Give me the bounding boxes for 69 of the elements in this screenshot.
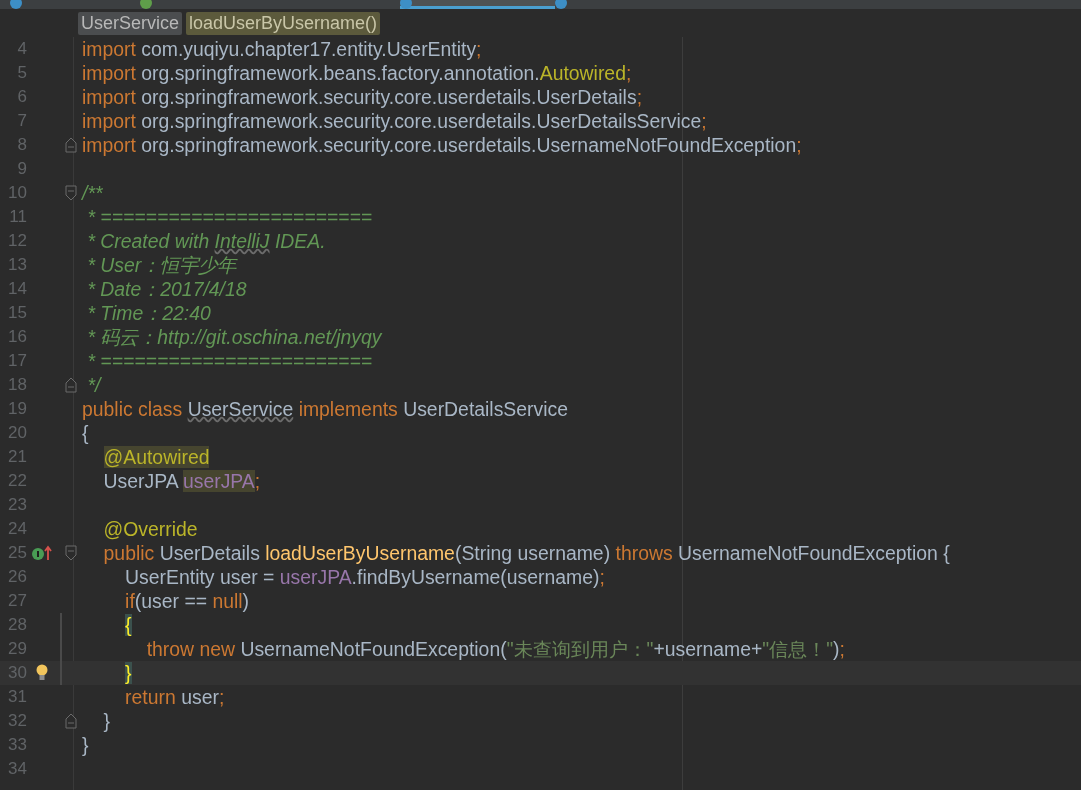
code-line: @Override: [102, 517, 198, 541]
line-number: 4: [16, 39, 27, 59]
code-line: public UserDetails loadUserByUsername(String username) throws UsernameNotFoundException {: [102, 541, 950, 565]
breadcrumb[interactable]: loadUserByUsername(): [186, 11, 381, 35]
line-number: 14: [7, 279, 27, 299]
code-line: /**: [82, 181, 103, 205]
code-line: */: [86, 373, 101, 397]
line-number: 17: [7, 351, 27, 371]
fold-icon[interactable]: [65, 185, 77, 201]
fold-icon[interactable]: [65, 137, 77, 153]
code-line: public class UserService implements UserDetailsService: [82, 397, 569, 421]
line-number: 31: [7, 687, 27, 707]
code-line: * User：恒宇少年: [86, 252, 237, 278]
code-line: return user;: [124, 685, 225, 709]
code-line: import org.springframework.security.core.userdetails.UserDetailsService;: [82, 109, 707, 133]
code-line: UserEntity user = userJPA.findByUsername(username);: [124, 565, 605, 589]
line-number: 33: [7, 735, 27, 755]
implements-method-icon[interactable]: [31, 545, 53, 561]
line-number: 22: [7, 471, 27, 491]
fold-icon[interactable]: [65, 713, 77, 729]
code-line: import com.yuqiyu.chapter17.entity.UserEntity;: [82, 37, 482, 61]
line-number: 5: [16, 63, 27, 83]
line-number: 29: [7, 639, 27, 659]
line-number: 24: [7, 519, 27, 539]
line-number: 21: [7, 447, 27, 467]
code-line: import org.springframework.beans.factory.annotation.Autowired;: [82, 61, 632, 85]
code-line: if(user == null): [124, 589, 250, 613]
line-number: 10: [7, 183, 27, 203]
code-line: * ========================: [86, 205, 373, 229]
line-number: 12: [7, 231, 27, 251]
code-line: * ========================: [86, 349, 373, 373]
breadcrumb[interactable]: UserService: [78, 11, 183, 35]
line-number: 16: [7, 327, 27, 347]
line-number: 18: [7, 375, 27, 395]
line-number: 9: [16, 159, 27, 179]
line-number: 11: [8, 207, 27, 227]
line-number: 23: [7, 495, 27, 515]
file-type-icon: [140, 0, 152, 9]
line-number: 8: [16, 135, 27, 155]
fold-icon[interactable]: [65, 545, 77, 561]
code-line: UserJPA userJPA;: [102, 469, 261, 493]
line-number: 20: [7, 423, 27, 443]
code-line: import org.springframework.security.core.userdetails.UsernameNotFoundException;: [82, 133, 802, 157]
file-type-icon: [555, 0, 567, 9]
fold-icon[interactable]: [65, 377, 77, 393]
code-line: }: [82, 733, 89, 757]
line-number: 7: [16, 111, 27, 131]
code-line: {: [82, 421, 89, 445]
code-line: throw new UsernameNotFoundException("未查询到用户："+username+"信息！");: [145, 636, 845, 662]
line-number: 19: [7, 399, 27, 419]
line-number: 15: [7, 303, 27, 323]
line-number: 6: [16, 87, 27, 107]
line-number: 34: [7, 759, 27, 779]
code-line: * 码云：http://git.oschina.net/jnyqy: [86, 324, 382, 350]
file-type-icon: [10, 0, 22, 9]
lightbulb-icon[interactable]: [35, 664, 49, 682]
code-line: * Time：22:40: [86, 300, 211, 326]
line-number: 25: [7, 543, 27, 563]
file-type-icon: [400, 0, 412, 9]
code-line: * Date：2017/4/18: [86, 276, 247, 302]
code-line: }: [102, 709, 111, 733]
line-number: 27: [7, 591, 27, 611]
line-number: 32: [7, 711, 27, 731]
code-line: * Created with IntelliJ IDEA.: [86, 229, 326, 253]
line-number: 26: [7, 567, 27, 587]
code-line: import org.springframework.security.core.userdetails.UserDetails;: [82, 85, 642, 109]
line-number: 13: [7, 255, 27, 275]
editor-tab[interactable]: [400, 0, 555, 9]
line-number: 28: [7, 615, 27, 635]
